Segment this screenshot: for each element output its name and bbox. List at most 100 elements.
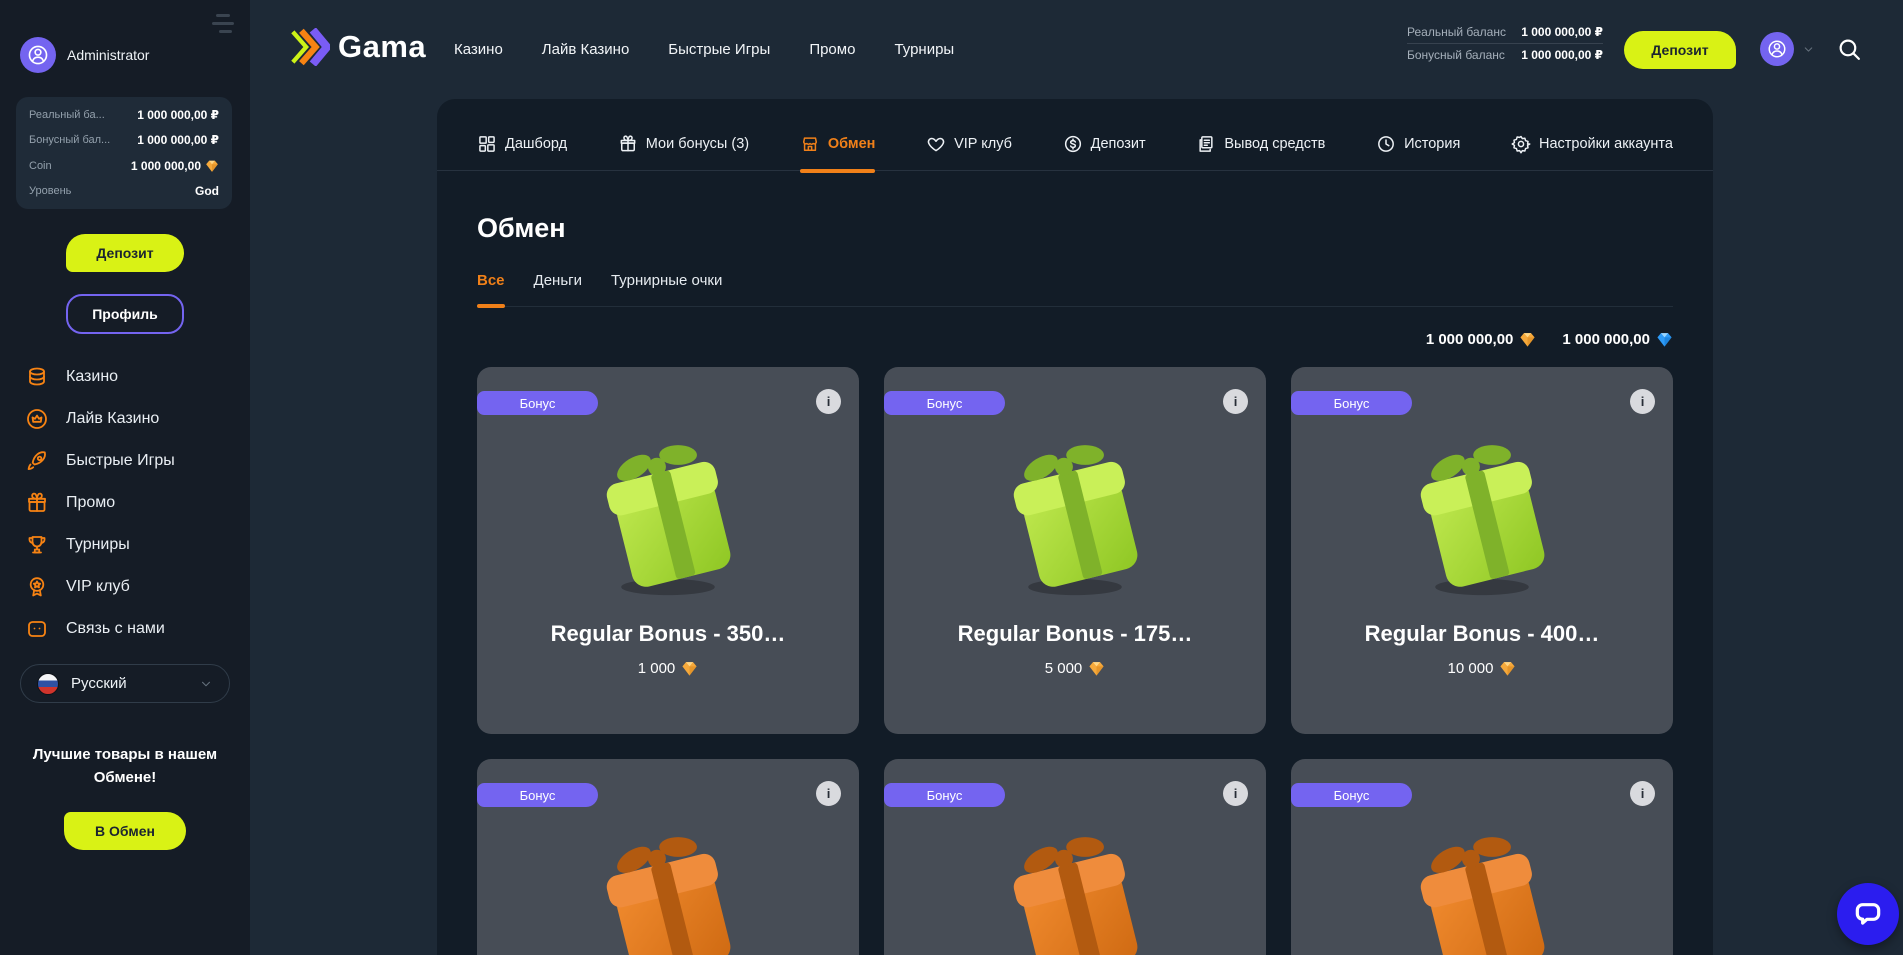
balance-label: Уровень [29, 185, 71, 197]
balance-row: Уровень God [29, 184, 219, 198]
coins-icon [25, 365, 49, 389]
orange-gem-icon [1499, 660, 1516, 677]
top-nav-link[interactable]: Быстрые Игры [668, 41, 770, 58]
bonus-price: 1 000 [477, 660, 859, 677]
tab-account-settings[interactable]: Настройки аккаунта [1511, 118, 1673, 171]
sidebar-item-promo[interactable]: Промо [0, 482, 250, 524]
banknote-icon [1196, 134, 1216, 154]
gem-balance: 1 000 000,00 [1562, 331, 1673, 348]
tab-deposit[interactable]: Депозит [1063, 118, 1146, 171]
russian-flag-icon [37, 673, 59, 695]
bonus-balance-value: 1 000 000,00 ₽ [1521, 48, 1603, 62]
exchange-balances: 1 000 000,00 1 000 000,00 [477, 331, 1673, 348]
grid-icon [477, 134, 497, 154]
info-icon[interactable]: i [1223, 781, 1248, 806]
bonus-badge: Бонус [884, 783, 1005, 807]
orange-gem-icon [1088, 660, 1105, 677]
promo-text: Лучшие товары в нашем Обмене! [0, 743, 250, 790]
sidebar-item-label: Промо [66, 494, 115, 512]
bonus-card[interactable]: БонусiRegular Bonus - 350…1 000 [477, 367, 859, 734]
profile-button[interactable]: Профиль [66, 294, 184, 334]
live-casino-icon [25, 407, 49, 431]
account-panel: Дашборд Мои бонусы (3) Обмен VIP клуб Депози… [437, 99, 1713, 955]
top-nav-link[interactable]: Лайв Казино [542, 41, 630, 58]
balance-value: God [195, 184, 219, 198]
app-root: Administrator Реальный ба...1 000 000,00… [0, 0, 1903, 955]
deposit-button[interactable]: Депозит [66, 234, 184, 272]
tab-label: Обмен [828, 136, 876, 152]
real-balance-row: Реальный баланс 1 000 000,00 ₽ [1407, 21, 1603, 43]
sidebar-item-live-casino[interactable]: Лайв Казино [0, 398, 250, 440]
balance-row: Coin1 000 000,00 [29, 159, 219, 173]
real-balance-label: Реальный баланс [1407, 25, 1506, 39]
tab-my-bonuses[interactable]: Мои бонусы (3) [618, 118, 749, 171]
tab-label: Депозит [1091, 136, 1146, 152]
go-to-exchange-button[interactable]: В Обмен [64, 812, 186, 850]
gama-logo[interactable]: Gama [288, 28, 426, 66]
header-deposit-button[interactable]: Депозит [1624, 31, 1736, 69]
filter-tournament-points[interactable]: Турнирные очки [611, 272, 722, 306]
gift-box-image [985, 817, 1165, 955]
info-icon[interactable]: i [816, 781, 841, 806]
sidebar-item-contact-us[interactable]: Связь с нами [0, 608, 250, 650]
header-balances: Реальный баланс 1 000 000,00 ₽ Бонусный … [1407, 21, 1603, 66]
sidebar-item-casino[interactable]: Казино [0, 356, 250, 398]
bonus-card[interactable]: БонусiRegular Bonus - 175…5 000 [884, 367, 1266, 734]
tab-exchange[interactable]: Обмен [800, 118, 876, 171]
chat-icon [25, 617, 49, 641]
filter-all[interactable]: Все [477, 272, 505, 306]
gift-box-image [1392, 817, 1572, 955]
tab-label: Вывод средств [1224, 136, 1325, 152]
info-icon[interactable]: i [1223, 389, 1248, 414]
shop-icon [800, 134, 820, 154]
sidebar-item-tournaments[interactable]: Турниры [0, 524, 250, 566]
exchange-filters: Все Деньги Турнирные очки [477, 272, 1673, 307]
sidebar-item-label: Казино [66, 368, 118, 386]
bonus-card[interactable]: БонусiRegular Bonus - 400…10 000 [1291, 367, 1673, 734]
top-nav-link[interactable]: Промо [809, 41, 855, 58]
top-nav-link[interactable]: Казино [454, 41, 503, 58]
bonus-title: Regular Bonus - 350… [477, 621, 859, 647]
account-avatar-button[interactable] [1760, 32, 1794, 66]
gift-box-image [578, 425, 758, 605]
chevron-down-icon[interactable] [1802, 43, 1815, 56]
sidebar-item-vip-club[interactable]: VIP клуб [0, 566, 250, 608]
tab-vip-club[interactable]: VIP клуб [926, 118, 1012, 171]
gift-box-image [1392, 425, 1572, 605]
orange-gem-icon [1519, 331, 1536, 348]
filter-money[interactable]: Деньги [534, 272, 582, 306]
sidebar-item-fast-games[interactable]: Быстрые Игры [0, 440, 250, 482]
tab-dashboard[interactable]: Дашборд [477, 118, 567, 171]
top-nav: Казино Лайв Казино Быстрые Игры Промо Турнир… [454, 0, 954, 99]
tab-withdraw[interactable]: Вывод средств [1196, 118, 1325, 171]
bonus-card[interactable]: Бонусi [1291, 759, 1673, 955]
gift-box-image [578, 817, 758, 955]
sidebar-item-label: Быстрые Игры [66, 452, 175, 470]
user-row: Administrator [20, 37, 149, 73]
tab-label: VIP клуб [954, 136, 1012, 152]
info-icon[interactable]: i [1630, 389, 1655, 414]
orange-gem-icon [681, 660, 698, 677]
balance-row: Реальный ба...1 000 000,00 ₽ [29, 108, 219, 122]
tab-history[interactable]: История [1376, 118, 1460, 171]
coin-balance: 1 000 000,00 [1426, 331, 1537, 348]
bonus-card[interactable]: Бонус i [884, 759, 1266, 955]
balance-label: Бонусный бал... [29, 134, 110, 146]
info-icon[interactable]: i [1630, 781, 1655, 806]
balance-value: 1 000 000,00 ₽ [137, 108, 219, 122]
search-icon[interactable] [1837, 37, 1862, 62]
language-selector[interactable]: Русский [20, 664, 230, 703]
dollar-circle-icon [1063, 134, 1083, 154]
bonus-card[interactable]: Бонусi [477, 759, 859, 955]
bonus-price: 5 000 [884, 660, 1266, 677]
vip-badge-icon [25, 575, 49, 599]
info-icon[interactable]: i [816, 389, 841, 414]
chat-widget-button[interactable] [1837, 883, 1899, 945]
menu-toggle-icon[interactable] [210, 13, 236, 35]
logo-text: Gama [338, 29, 426, 65]
top-nav-link[interactable]: Турниры [894, 41, 954, 58]
heart-icon [926, 134, 946, 154]
tab-label: История [1404, 136, 1460, 152]
balance-card: Реальный ба...1 000 000,00 ₽ Бонусный бал… [16, 97, 232, 209]
gift-icon [618, 134, 638, 154]
